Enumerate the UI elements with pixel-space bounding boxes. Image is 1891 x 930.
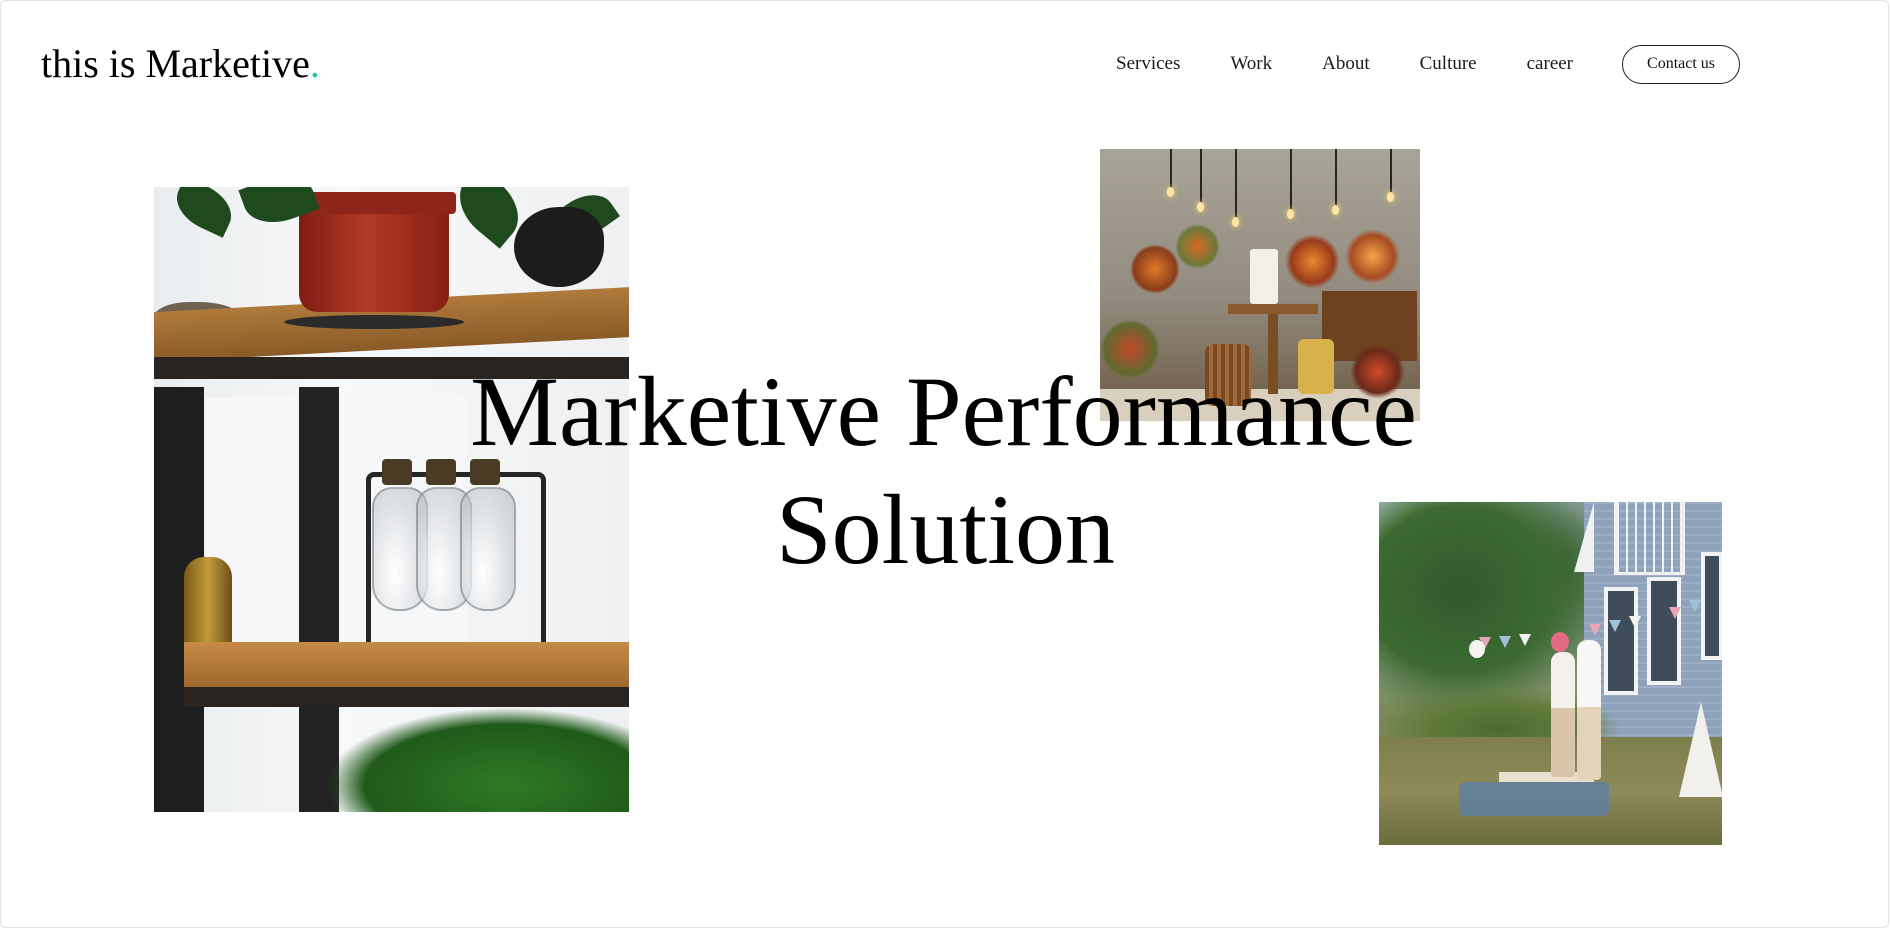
light-bulb xyxy=(1287,209,1294,219)
logo[interactable]: this is Marketive. xyxy=(41,40,320,88)
shelf-photo xyxy=(154,187,629,812)
shelf-board xyxy=(184,642,629,690)
light-cable xyxy=(1200,149,1202,204)
flower-arrangement xyxy=(1350,344,1405,399)
main-nav: Services Work About Culture career Conta… xyxy=(1116,44,1741,84)
light-cable xyxy=(1390,149,1392,194)
person xyxy=(1577,640,1601,780)
light-cable xyxy=(1235,149,1237,219)
nav-link-work[interactable]: Work xyxy=(1230,44,1272,84)
nav-link-culture[interactable]: Culture xyxy=(1420,44,1477,84)
bunting-flag xyxy=(1689,600,1701,612)
bunting-flag xyxy=(1629,616,1641,628)
flower-arrangement xyxy=(1345,229,1400,284)
bird-figurine xyxy=(514,207,604,287)
light-bulb xyxy=(1387,192,1394,202)
fern-plant xyxy=(324,707,629,812)
pot-saucer xyxy=(284,315,464,329)
house-roof xyxy=(1574,502,1594,572)
house-balcony xyxy=(1614,502,1685,575)
tent xyxy=(1679,702,1722,797)
nav-link-services[interactable]: Services xyxy=(1116,44,1180,84)
flower-arrangement xyxy=(1100,319,1160,379)
light-cable xyxy=(1170,149,1172,189)
dessert-table xyxy=(1228,304,1318,314)
picnic-blanket xyxy=(1459,782,1609,816)
nav-link-career[interactable]: career xyxy=(1527,44,1573,84)
balloon xyxy=(1469,640,1485,658)
light-bulb xyxy=(1232,217,1239,227)
shelf-board-edge xyxy=(154,357,629,379)
house-window xyxy=(1647,577,1681,685)
logo-dot: . xyxy=(309,41,320,86)
bottle-cap xyxy=(426,459,456,485)
flower-arrangement xyxy=(1285,234,1340,289)
light-cable xyxy=(1290,149,1292,211)
table-leg xyxy=(1268,314,1278,394)
rattan-stool xyxy=(1298,339,1334,394)
contact-us-button[interactable]: Contact us xyxy=(1622,44,1741,84)
glass-bottle xyxy=(460,487,516,611)
house-window xyxy=(1701,552,1722,660)
light-bulb xyxy=(1167,187,1174,197)
flower-arrangement xyxy=(1175,224,1220,269)
garden-picnic-photo xyxy=(1379,502,1722,845)
wicker-basket xyxy=(1205,344,1251,406)
light-cable xyxy=(1335,149,1337,207)
bottle-cap xyxy=(470,459,500,485)
bunting-flag xyxy=(1669,607,1681,619)
bunting-flag xyxy=(1589,624,1601,636)
brass-bell xyxy=(184,557,232,647)
bunting-flag xyxy=(1499,636,1511,648)
white-cake xyxy=(1250,249,1278,304)
logo-text: this is Marketive xyxy=(41,41,310,86)
bunting-flag xyxy=(1519,634,1531,646)
light-bulb xyxy=(1197,202,1204,212)
plant-pot xyxy=(299,197,449,312)
house-window xyxy=(1604,587,1638,695)
nav-link-about[interactable]: About xyxy=(1322,44,1370,84)
shelf-board-edge xyxy=(184,687,629,707)
person xyxy=(1551,652,1575,777)
bunting-flag xyxy=(1609,620,1621,632)
light-bulb xyxy=(1332,205,1339,215)
flower-arrangement xyxy=(1130,244,1180,294)
balloon xyxy=(1551,632,1569,652)
bottle-cap xyxy=(382,459,412,485)
party-table-photo xyxy=(1100,149,1420,421)
